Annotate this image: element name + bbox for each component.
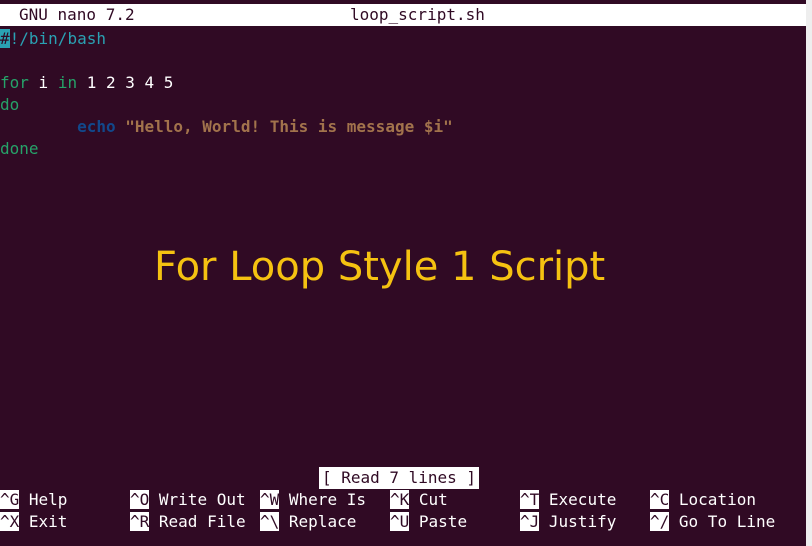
shortcut-key: ^\ [260,512,280,531]
shortcut-key: ^X [0,512,20,531]
shortcut-label: Execute [548,490,617,509]
keyword-for: for [0,73,29,92]
shortcut-key: ^R [130,512,150,531]
app-name: GNU nano 7.2 [19,5,135,24]
shortcut-paste[interactable]: ^U Paste [390,511,467,533]
code-line-4[interactable]: do [0,94,19,116]
shortcut-exit[interactable]: ^X Exit [0,511,67,533]
shortcut-key: ^G [0,490,20,509]
shortcut-label: Where Is [288,490,366,509]
shortcut-key: ^T [520,490,540,509]
shortcut-help[interactable]: ^G Help [0,489,67,511]
shortcut-label: Justify [548,512,617,531]
code-line-3[interactable]: for i in 1 2 3 4 5 [0,72,173,94]
shortcut-label: Exit [28,512,68,531]
code-line-6[interactable]: done [0,138,39,160]
shortcut-key: ^W [260,490,280,509]
code-line-5[interactable]: echo "Hello, World! This is message $i" [0,116,453,138]
shortcut-write-out[interactable]: ^O Write Out [130,489,246,511]
status-message: [ Read 7 lines ] [319,467,479,489]
shortcut-key: ^J [520,512,540,531]
shortcut-label: Paste [418,512,468,531]
keyword-done: done [0,139,39,158]
shortcut-cut[interactable]: ^K Cut [390,489,448,511]
shortcut-replace[interactable]: ^\ Replace [260,511,356,533]
window-edge [806,0,812,546]
code-line-1[interactable]: #!/bin/bash [0,28,106,50]
text-cursor: # [0,29,10,48]
shebang-text: !/bin/bash [9,29,106,48]
loop-variable: i [28,73,58,92]
nano-titlebar: GNU nano 7.2 loop_script.sh [0,4,806,26]
shortcut-read-file[interactable]: ^R Read File [130,511,246,533]
shortcut-label: Go To Line [678,512,776,531]
echo-string: "Hello, World! This is message $i" [115,117,453,136]
shortcut-execute[interactable]: ^T Execute [520,489,616,511]
keyword-do: do [0,95,20,114]
shortcut-label: Help [28,490,68,509]
shortcut-key: ^/ [650,512,670,531]
overlay-caption: For Loop Style 1 Script [154,244,606,290]
loop-values: 1 2 3 4 5 [77,73,174,92]
shortcut-go-to-line[interactable]: ^/ Go To Line [650,511,775,533]
shortcut-key: ^K [390,490,410,509]
shortcut-label: Location [678,490,756,509]
file-name: loop_script.sh [350,5,485,24]
shortcut-key: ^O [130,490,150,509]
shortcut-location[interactable]: ^C Location [650,489,756,511]
shortcut-where-is[interactable]: ^W Where Is [260,489,366,511]
shortcut-justify[interactable]: ^J Justify [520,511,616,533]
shortcut-label: Cut [418,490,448,509]
shortcut-key: ^U [390,512,410,531]
shortcut-label: Write Out [158,490,246,509]
keyword-in: in [57,73,78,92]
shortcut-key: ^C [650,490,670,509]
shortcut-label: Replace [288,512,357,531]
echo-command: echo [77,117,116,136]
shortcut-label: Read File [158,512,246,531]
